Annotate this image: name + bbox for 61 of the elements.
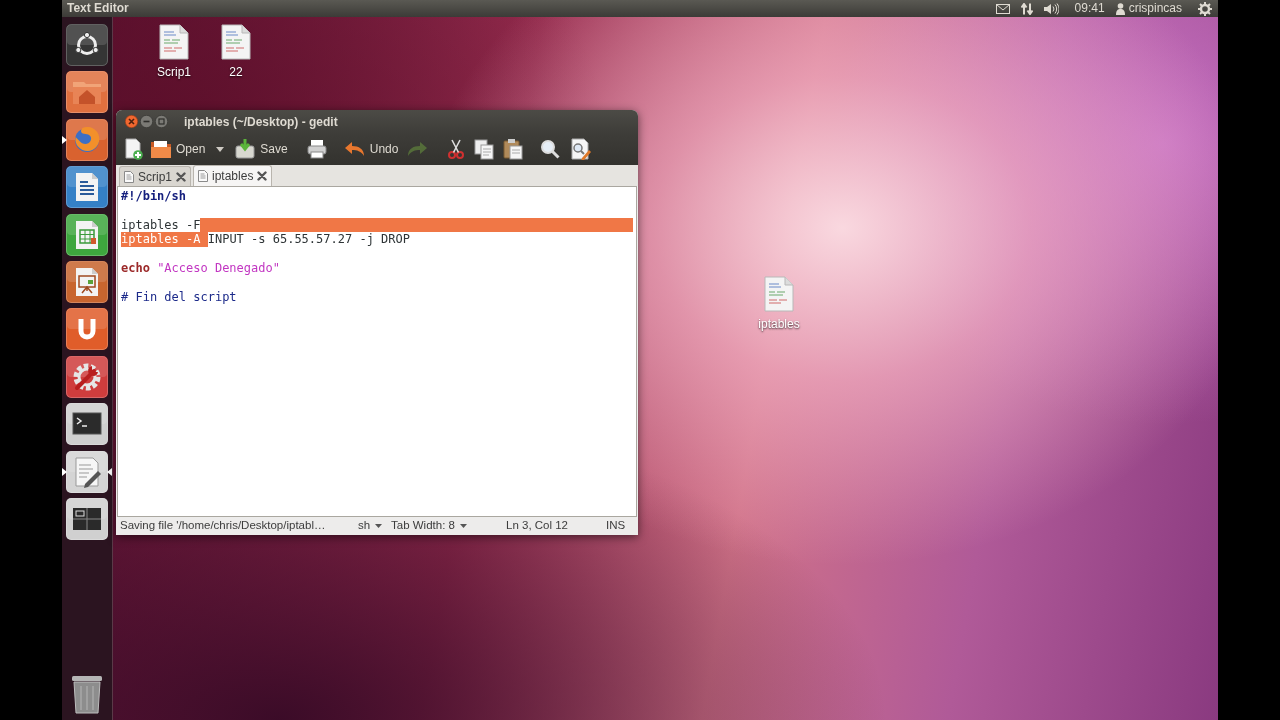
text-area[interactable]: #!/bin/sh iptables -F iptables -A INPUT -s 65.55.57.27 -j DROP echo "Acceso Denegado" # Fin del script — [117, 186, 637, 517]
file-label: iptables — [758, 317, 800, 331]
spreadsheet-icon[interactable] — [66, 213, 108, 256]
gear-icon[interactable] — [1198, 1, 1212, 16]
fox-globe-icon[interactable] — [66, 118, 108, 161]
presentation-icon[interactable] — [66, 260, 108, 303]
folder-icon — [150, 138, 172, 160]
person-icon — [1115, 2, 1125, 15]
text-document-icon[interactable] — [66, 166, 108, 209]
new-document-icon[interactable] — [122, 138, 144, 160]
caret-icon — [459, 524, 467, 528]
caret-icon — [375, 524, 383, 528]
minimize-icon[interactable] — [140, 115, 153, 128]
clock-text[interactable]: 09:41 — [1074, 0, 1105, 17]
document-icon[interactable] — [221, 24, 251, 60]
code-text: # Fin del script — [121, 289, 237, 305]
code-text: iptables -F — [121, 217, 201, 233]
status-message: Saving file '/home/chris/Desktop/iptabl… — [120, 518, 327, 534]
close-icon[interactable] — [257, 171, 268, 181]
document-icon — [198, 170, 208, 182]
pencil-document-icon[interactable] — [66, 450, 108, 493]
gear-wrench-icon[interactable] — [66, 355, 108, 398]
cursor-position: Ln 3, Col 12 — [506, 518, 569, 534]
code-text: #!/bin/sh — [121, 189, 187, 204]
circle-logo-icon[interactable] — [66, 24, 108, 66]
u-shape-icon[interactable] — [66, 308, 108, 351]
code-text: INPUT -s 65.55.57.27 -j DROP — [207, 232, 410, 247]
clipboard-icon[interactable] — [502, 138, 525, 160]
caret-icon[interactable] — [216, 146, 225, 152]
copy-icon[interactable] — [473, 138, 496, 160]
document-tab[interactable]: Scrip1 — [119, 166, 191, 186]
undo-button[interactable]: Undo — [343, 138, 399, 160]
house-folder-icon[interactable] — [66, 71, 108, 114]
insert-mode: INS — [606, 518, 626, 534]
search-icon[interactable] — [539, 138, 562, 160]
file-label: Scrip1 — [157, 65, 191, 79]
network-arrows-icon[interactable] — [1020, 2, 1033, 15]
tab-width-dropdown[interactable]: Tab Width: 8 — [391, 517, 506, 535]
volume-icon[interactable] — [1043, 2, 1059, 15]
terminal-icon[interactable] — [66, 403, 108, 446]
mail-icon[interactable] — [995, 3, 1010, 14]
save-button[interactable]: Save — [234, 138, 288, 160]
active-app-title: Text Editor — [67, 0, 129, 17]
user-name[interactable]: crispincas — [1128, 0, 1182, 17]
close-icon[interactable] — [176, 171, 186, 182]
printer-icon[interactable] — [305, 138, 328, 160]
close-icon[interactable] — [125, 115, 138, 128]
document-icon — [124, 170, 134, 183]
window-title: iptables (~/Desktop) - gedit — [184, 113, 338, 131]
open-button[interactable]: Open — [150, 138, 206, 160]
file-label: 22 — [229, 65, 243, 79]
maximize-icon[interactable] — [155, 115, 168, 128]
workspace-grid-icon[interactable] — [66, 497, 108, 540]
code-text: "Acceso Denegado" — [157, 260, 280, 276]
code-text: echo — [121, 260, 151, 276]
document-tab[interactable]: iptables — [193, 165, 273, 186]
find-replace-icon[interactable] — [569, 138, 592, 160]
document-icon[interactable] — [159, 24, 189, 60]
save-icon — [234, 138, 257, 160]
code-text: iptables -A — [121, 232, 208, 247]
language-dropdown[interactable]: sh — [358, 517, 391, 535]
